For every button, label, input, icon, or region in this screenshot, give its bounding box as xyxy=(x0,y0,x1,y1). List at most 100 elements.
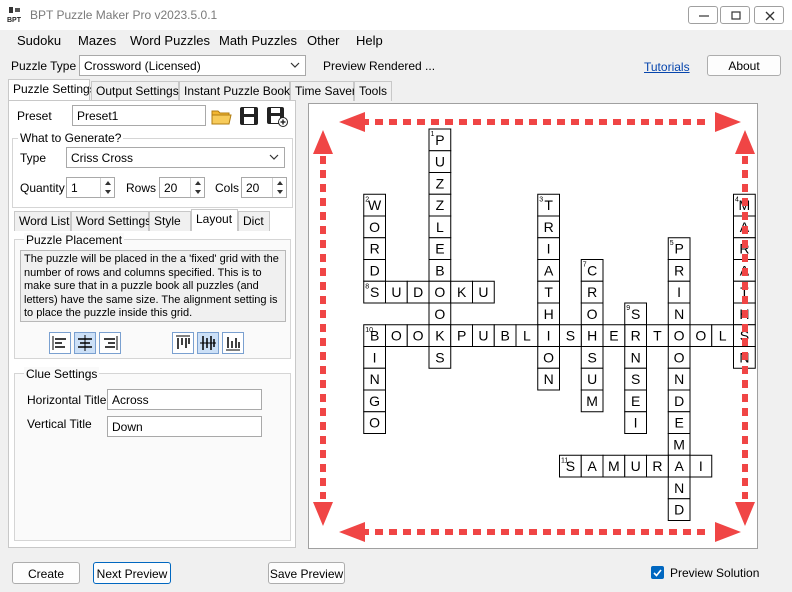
cols-value: 20 xyxy=(246,181,260,195)
next-preview-button[interactable]: Next Preview xyxy=(93,562,171,584)
app-logo-icon: BPT xyxy=(7,7,22,24)
spinner-arrows-icon[interactable] xyxy=(190,178,204,197)
grid-letter: S xyxy=(435,349,444,365)
arrow-head-icon xyxy=(313,130,333,154)
menu-help[interactable]: Help xyxy=(356,33,383,48)
clue-number: 3 xyxy=(539,196,543,203)
quantity-stepper[interactable]: 1 xyxy=(66,177,115,198)
align-left-button[interactable] xyxy=(49,332,71,354)
grid-letter: O xyxy=(413,328,424,344)
close-button[interactable] xyxy=(754,6,784,24)
about-button[interactable]: About xyxy=(707,55,781,76)
grid-letter: L xyxy=(436,219,444,235)
crossword-canvas: P1UZZLEBOOKSW2ORDS8T3RIATHIONM4ARATHSNP5… xyxy=(313,112,792,542)
grid-letter: N xyxy=(631,349,641,365)
grid-letter: S xyxy=(587,349,596,365)
preset-input[interactable]: Preset1 xyxy=(72,105,206,126)
grid-letter: R xyxy=(652,458,662,474)
clue-number: 2 xyxy=(365,196,369,203)
checkmark-icon xyxy=(653,569,662,577)
placement-description: The puzzle will be placed in the a 'fixe… xyxy=(20,250,286,322)
title-bar: BPT BPT Puzzle Maker Pro v2023.5.0.1 xyxy=(0,0,792,30)
grid-letter: M xyxy=(673,436,685,452)
align-bottom-icon xyxy=(226,337,240,351)
clue-number: 1 xyxy=(431,131,435,138)
grid-letter: E xyxy=(631,393,640,409)
clue-number: 11 xyxy=(561,457,568,464)
subtab-layout[interactable]: Layout xyxy=(191,209,238,231)
grid-letter: K xyxy=(435,328,445,344)
tab-time-saver[interactable]: Time Saver xyxy=(290,81,356,101)
puzzle-type-select[interactable]: Crossword (Licensed) xyxy=(79,55,306,76)
save-icon[interactable] xyxy=(238,105,260,127)
grid-letter: R xyxy=(587,284,597,300)
grid-letter: R xyxy=(631,328,641,344)
arrow-head-icon xyxy=(735,130,755,154)
type-select[interactable]: Criss Cross xyxy=(66,147,285,168)
minimize-icon xyxy=(699,15,709,17)
grid-letter: E xyxy=(435,241,444,257)
grid-letter: O xyxy=(543,349,554,365)
grid-letter: U xyxy=(478,284,488,300)
close-icon xyxy=(765,11,775,21)
grid-letter: I xyxy=(373,349,377,365)
restore-button[interactable] xyxy=(720,6,750,24)
grid-letter: O xyxy=(391,328,402,344)
menu-sudoku[interactable]: Sudoku xyxy=(17,33,61,48)
menu-math-puzzles[interactable]: Math Puzzles xyxy=(219,33,297,48)
tutorials-link[interactable]: Tutorials xyxy=(644,60,690,74)
subtab-dict[interactable]: Dict xyxy=(238,211,270,231)
save-as-icon[interactable] xyxy=(266,105,288,127)
grid-letter: W xyxy=(368,197,382,213)
preset-value: Preset1 xyxy=(77,109,119,123)
puzzle-type-value: Crossword (Licensed) xyxy=(84,59,201,73)
grid-letter: I xyxy=(699,458,703,474)
grid-letter: T xyxy=(653,328,662,344)
menu-mazes[interactable]: Mazes xyxy=(78,33,116,48)
preview-solution-checkbox[interactable] xyxy=(651,566,664,579)
clue-number: 9 xyxy=(626,305,630,312)
horizontal-title-input[interactable]: Across xyxy=(107,389,262,410)
grid-letter: O xyxy=(369,219,380,235)
vertical-title-input[interactable]: Down xyxy=(107,416,262,437)
spinner-arrows-icon[interactable] xyxy=(100,178,114,197)
grid-letter: M xyxy=(608,458,620,474)
subtab-word-list[interactable]: Word List xyxy=(14,211,71,231)
cols-stepper[interactable]: 20 xyxy=(241,177,287,198)
tab-puzzle-settings[interactable]: Puzzle Settings xyxy=(8,79,96,101)
arrow-head-icon xyxy=(339,522,365,542)
create-button[interactable]: Create xyxy=(12,562,80,584)
grid-letter: A xyxy=(544,262,554,278)
grid-letter: U xyxy=(587,371,597,387)
subtab-style[interactable]: Style xyxy=(149,211,191,231)
arrow-head-icon xyxy=(715,522,741,542)
menu-other[interactable]: Other xyxy=(307,33,340,48)
grid-letter: I xyxy=(634,415,638,431)
subtab-word-settings[interactable]: Word Settings xyxy=(71,211,151,231)
align-bottom-button[interactable] xyxy=(222,332,244,354)
preview-solution-label: Preview Solution xyxy=(670,566,760,580)
tab-instant-puzzle-books[interactable]: Instant Puzzle Books xyxy=(179,81,296,101)
save-preview-button[interactable]: Save Preview xyxy=(268,562,345,584)
tab-output-settings[interactable]: Output Settings xyxy=(91,81,179,101)
rows-stepper[interactable]: 20 xyxy=(159,177,205,198)
grid-letter: O xyxy=(434,306,445,322)
clue-number: 4 xyxy=(735,196,739,203)
minimize-button[interactable] xyxy=(688,6,718,24)
align-middle-button[interactable] xyxy=(197,332,219,354)
folder-open-icon[interactable] xyxy=(210,105,232,127)
puzzle-type-label: Puzzle Type xyxy=(11,59,77,73)
quantity-label: Quantity xyxy=(20,181,65,195)
menu-word-puzzles[interactable]: Word Puzzles xyxy=(130,33,210,48)
align-top-button[interactable] xyxy=(172,332,194,354)
align-right-button[interactable] xyxy=(99,332,121,354)
tab-tools[interactable]: Tools xyxy=(354,81,392,101)
grid-letter: T xyxy=(544,284,553,300)
grid-letter: U xyxy=(478,328,488,344)
grid-letter: B xyxy=(500,328,509,344)
align-center-button[interactable] xyxy=(74,332,96,354)
grid-letter: D xyxy=(370,262,380,278)
spinner-arrows-icon[interactable] xyxy=(272,178,286,197)
align-right-icon xyxy=(104,336,118,350)
grid-letter: D xyxy=(674,502,684,518)
